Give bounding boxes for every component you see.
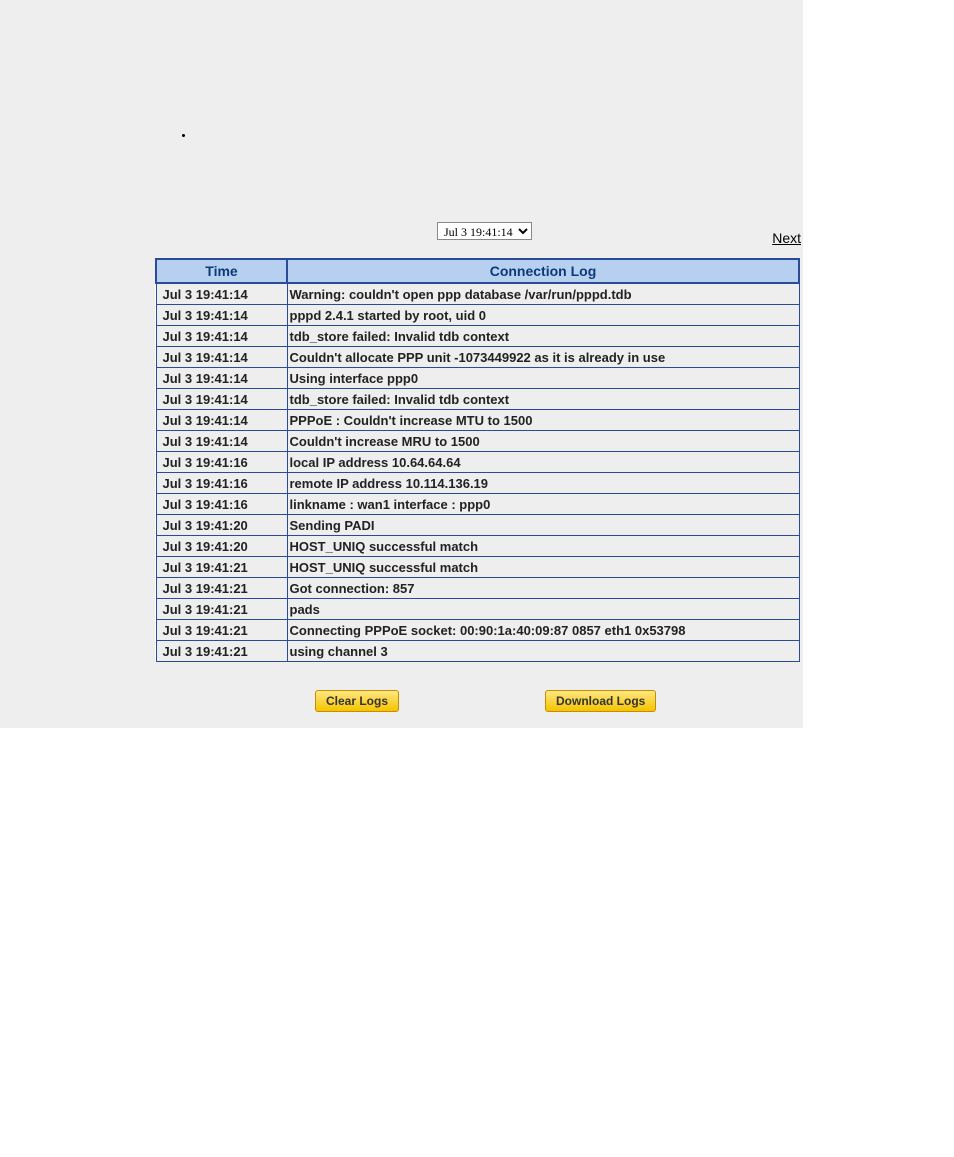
top-row: Jul 3 19:41:14 Next — [155, 222, 803, 248]
message-cell: Got connection: 857 — [287, 578, 799, 599]
clear-logs-button[interactable]: Clear Logs — [315, 690, 399, 712]
table-row: Jul 3 19:41:16local IP address 10.64.64.… — [156, 452, 799, 473]
message-cell: Couldn't allocate PPP unit -1073449922 a… — [287, 347, 799, 368]
header-time: Time — [156, 259, 287, 283]
time-cell: Jul 3 19:41:14 — [156, 347, 287, 368]
table-row: Jul 3 19:41:14Using interface ppp0 — [156, 368, 799, 389]
message-cell: Warning: couldn't open ppp database /var… — [287, 283, 799, 305]
table-row: Jul 3 19:41:21Connecting PPPoE socket: 0… — [156, 620, 799, 641]
time-cell: Jul 3 19:41:20 — [156, 536, 287, 557]
time-cell: Jul 3 19:41:14 — [156, 410, 287, 431]
header-log: Connection Log — [287, 259, 799, 283]
message-cell: Couldn't increase MRU to 1500 — [287, 431, 799, 452]
connection-log-table: Time Connection Log Jul 3 19:41:14Warnin… — [155, 258, 800, 662]
table-row: Jul 3 19:41:21using channel 3 — [156, 641, 799, 662]
table-row: Jul 3 19:41:21pads — [156, 599, 799, 620]
message-cell: remote IP address 10.114.136.19 — [287, 473, 799, 494]
table-row: Jul 3 19:41:21HOST_UNIQ successful match — [156, 557, 799, 578]
message-cell: Sending PADI — [287, 515, 799, 536]
time-cell: Jul 3 19:41:16 — [156, 494, 287, 515]
table-row: Jul 3 19:41:20Sending PADI — [156, 515, 799, 536]
message-cell: local IP address 10.64.64.64 — [287, 452, 799, 473]
message-cell: pads — [287, 599, 799, 620]
table-row: Jul 3 19:41:16remote IP address 10.114.1… — [156, 473, 799, 494]
time-cell: Jul 3 19:41:14 — [156, 305, 287, 326]
bullet-dot — [182, 134, 185, 137]
table-row: Jul 3 19:41:14tdb_store failed: Invalid … — [156, 389, 799, 410]
download-logs-button[interactable]: Download Logs — [545, 690, 656, 712]
time-cell: Jul 3 19:41:16 — [156, 452, 287, 473]
time-cell: Jul 3 19:41:21 — [156, 578, 287, 599]
table-row: Jul 3 19:41:21Got connection: 857 — [156, 578, 799, 599]
time-cell: Jul 3 19:41:21 — [156, 599, 287, 620]
time-cell: Jul 3 19:41:21 — [156, 620, 287, 641]
table-row: Jul 3 19:41:16linkname : wan1 interface … — [156, 494, 799, 515]
table-row: Jul 3 19:41:14Warning: couldn't open ppp… — [156, 283, 799, 305]
message-cell: tdb_store failed: Invalid tdb context — [287, 389, 799, 410]
table-row: Jul 3 19:41:14PPPoE : Couldn't increase … — [156, 410, 799, 431]
message-cell: PPPoE : Couldn't increase MTU to 1500 — [287, 410, 799, 431]
message-cell: tdb_store failed: Invalid tdb context — [287, 326, 799, 347]
message-cell: HOST_UNIQ successful match — [287, 557, 799, 578]
table-row: Jul 3 19:41:14pppd 2.4.1 started by root… — [156, 305, 799, 326]
button-row: Clear Logs Download Logs — [155, 690, 800, 716]
table-header-row: Time Connection Log — [156, 259, 799, 283]
time-cell: Jul 3 19:41:21 — [156, 641, 287, 662]
message-cell: pppd 2.4.1 started by root, uid 0 — [287, 305, 799, 326]
message-cell: using channel 3 — [287, 641, 799, 662]
time-cell: Jul 3 19:41:20 — [156, 515, 287, 536]
table-row: Jul 3 19:41:20HOST_UNIQ successful match — [156, 536, 799, 557]
time-select[interactable]: Jul 3 19:41:14 — [437, 222, 532, 240]
message-cell: HOST_UNIQ successful match — [287, 536, 799, 557]
log-panel: Jul 3 19:41:14 Next Time Connection Log … — [0, 0, 803, 728]
time-cell: Jul 3 19:41:14 — [156, 283, 287, 305]
message-cell: Using interface ppp0 — [287, 368, 799, 389]
time-cell: Jul 3 19:41:14 — [156, 389, 287, 410]
time-cell: Jul 3 19:41:14 — [156, 326, 287, 347]
time-cell: Jul 3 19:41:14 — [156, 431, 287, 452]
table-row: Jul 3 19:41:14Couldn't allocate PPP unit… — [156, 347, 799, 368]
time-cell: Jul 3 19:41:14 — [156, 368, 287, 389]
time-cell: Jul 3 19:41:21 — [156, 557, 287, 578]
next-link[interactable]: Next — [772, 230, 801, 246]
time-cell: Jul 3 19:41:16 — [156, 473, 287, 494]
table-row: Jul 3 19:41:14tdb_store failed: Invalid … — [156, 326, 799, 347]
message-cell: Connecting PPPoE socket: 00:90:1a:40:09:… — [287, 620, 799, 641]
table-row: Jul 3 19:41:14Couldn't increase MRU to 1… — [156, 431, 799, 452]
message-cell: linkname : wan1 interface : ppp0 — [287, 494, 799, 515]
